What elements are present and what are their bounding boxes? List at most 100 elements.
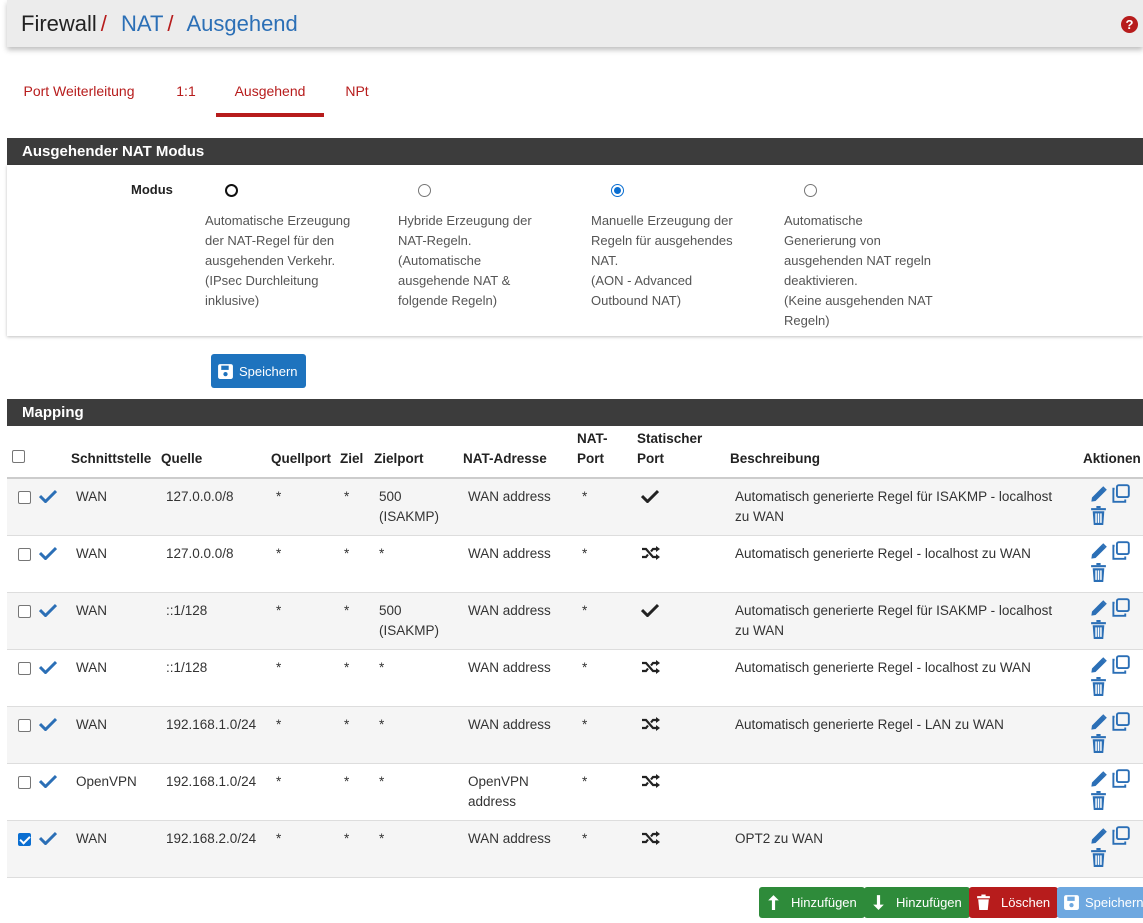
cell-source-port: * bbox=[271, 820, 340, 878]
row-checkbox[interactable] bbox=[18, 547, 31, 561]
cell-dest-port: 500 (ISAKMP) bbox=[374, 592, 463, 650]
edit-pencil-icon[interactable] bbox=[1089, 599, 1108, 618]
edit-pencil-icon[interactable] bbox=[1089, 770, 1108, 789]
cell-source-port: * bbox=[271, 763, 340, 821]
col-static-port[interactable]: Statischer Port bbox=[637, 427, 730, 479]
tab-outbound[interactable]: Ausgehend bbox=[216, 70, 324, 117]
mode-radio-disabled[interactable] bbox=[804, 184, 817, 197]
add-bottom-button[interactable]: Hinzufügen bbox=[864, 887, 970, 918]
mode-desc-line: (AON - Advanced bbox=[591, 273, 693, 288]
cell-dest-port-line: (ISAKMP) bbox=[379, 509, 440, 524]
cell-interface: WAN bbox=[71, 592, 161, 650]
tab-port-forward[interactable]: Port Weiterleitung bbox=[7, 70, 151, 117]
cell-nat-port: * bbox=[577, 535, 637, 593]
cell-source-port: * bbox=[271, 706, 340, 764]
row-actions bbox=[1089, 484, 1130, 527]
rule-enabled-check-icon[interactable] bbox=[39, 546, 71, 560]
col-nat-port[interactable]: NAT- Port bbox=[577, 427, 637, 479]
row-checkbox[interactable] bbox=[18, 832, 31, 846]
mode-save-button[interactable]: Speichern bbox=[211, 354, 306, 388]
random-port-icon bbox=[641, 716, 730, 731]
col-nat-address[interactable]: NAT-Adresse bbox=[463, 427, 577, 479]
tab-one-to-one[interactable]: 1:1 bbox=[167, 70, 205, 117]
delete-trash-icon[interactable] bbox=[1090, 790, 1107, 810]
row-actions bbox=[1089, 711, 1130, 755]
save-button[interactable]: Speichern bbox=[1057, 887, 1143, 918]
mode-radio-hybrid[interactable] bbox=[418, 184, 431, 197]
table-row[interactable]: WAN 192.168.1.0/24 * * * WAN address * Automati… bbox=[7, 706, 1143, 764]
rule-enabled-check-icon[interactable] bbox=[39, 831, 71, 845]
table-row[interactable]: WAN 127.0.0.0/8 * * 500 (ISAKMP) WAN address * A… bbox=[7, 478, 1143, 536]
mode-desc-line: (IPsec Durchleitung bbox=[205, 273, 319, 288]
copy-icon[interactable] bbox=[1111, 825, 1130, 845]
delete-trash-icon[interactable] bbox=[1090, 562, 1107, 582]
mode-radio-manual[interactable] bbox=[611, 184, 624, 197]
cell-nat-address-line: WAN address bbox=[468, 716, 551, 732]
row-select-cell bbox=[7, 649, 39, 707]
mode-label: Modus bbox=[131, 182, 173, 197]
cell-dest: * bbox=[340, 763, 374, 821]
col-source-port[interactable]: Quellport bbox=[271, 427, 340, 479]
delete-button[interactable]: Löschen bbox=[969, 887, 1059, 918]
tab-npt[interactable]: NPt bbox=[337, 70, 377, 117]
delete-trash-icon[interactable] bbox=[1090, 619, 1107, 639]
breadcrumb-nat[interactable]: NAT bbox=[121, 11, 163, 36]
save-icon bbox=[217, 363, 234, 380]
cell-dest-port-line: 500 bbox=[379, 602, 402, 618]
cell-nat-port: * bbox=[577, 763, 637, 821]
col-dest-port[interactable]: Zielport bbox=[374, 427, 463, 479]
rule-enabled-check-icon[interactable] bbox=[39, 489, 71, 503]
rule-enabled-check-icon[interactable] bbox=[39, 774, 71, 788]
row-status-cell bbox=[39, 535, 71, 593]
col-static-port-line: Statischer bbox=[637, 431, 703, 446]
edit-pencil-icon[interactable] bbox=[1089, 485, 1108, 504]
table-row[interactable]: WAN 127.0.0.0/8 * * * WAN address * Automatisch… bbox=[7, 535, 1143, 593]
breadcrumb-ausgehend[interactable]: Ausgehend bbox=[186, 11, 297, 36]
cell-dest: * bbox=[340, 820, 374, 878]
col-description[interactable]: Beschreibung bbox=[730, 427, 1083, 479]
row-checkbox[interactable] bbox=[18, 775, 31, 789]
col-source[interactable]: Quelle bbox=[161, 427, 271, 479]
col-interface[interactable]: Schnittstelle bbox=[71, 427, 161, 479]
table-row[interactable]: OpenVPN 192.168.1.0/24 * * * OpenVPN address * bbox=[7, 763, 1143, 821]
mode-desc-line: der NAT-Regel für den bbox=[205, 233, 335, 248]
row-checkbox[interactable] bbox=[18, 661, 31, 675]
copy-icon[interactable] bbox=[1111, 768, 1130, 788]
cell-source: ::1/128 bbox=[161, 592, 271, 650]
edit-pencil-icon[interactable] bbox=[1089, 656, 1108, 675]
table-row[interactable]: WAN::1/128 * * * WAN address * Automatisch gen… bbox=[7, 649, 1143, 707]
table-row[interactable]: WAN::1/128 * * 500 (ISAKMP) WAN address * Autom… bbox=[7, 592, 1143, 650]
add-top-button[interactable]: Hinzufügen bbox=[759, 887, 865, 918]
row-checkbox[interactable] bbox=[18, 604, 31, 618]
help-icon[interactable]: ? bbox=[1121, 16, 1138, 33]
copy-icon[interactable] bbox=[1111, 597, 1130, 617]
table-row[interactable]: WAN 192.168.2.0/24 * * * WAN address * OPT2 zu … bbox=[7, 820, 1143, 878]
copy-icon[interactable] bbox=[1111, 654, 1130, 674]
edit-pencil-icon[interactable] bbox=[1089, 827, 1108, 846]
delete-trash-icon[interactable] bbox=[1090, 506, 1107, 525]
cell-static-port bbox=[637, 820, 730, 878]
cell-actions bbox=[1083, 706, 1143, 764]
rule-enabled-check-icon[interactable] bbox=[39, 660, 71, 674]
copy-icon[interactable] bbox=[1111, 484, 1130, 503]
edit-pencil-icon[interactable] bbox=[1089, 542, 1108, 561]
copy-icon[interactable] bbox=[1111, 540, 1130, 560]
col-dest[interactable]: Ziel bbox=[340, 427, 374, 479]
delete-trash-icon[interactable] bbox=[1090, 676, 1107, 696]
delete-trash-icon[interactable] bbox=[1090, 847, 1107, 867]
select-all-checkbox[interactable] bbox=[12, 450, 25, 463]
cell-source: 192.168.1.0/24 bbox=[161, 706, 271, 764]
mode-radio-automatic[interactable] bbox=[225, 184, 238, 197]
select-all-cell bbox=[7, 427, 39, 479]
edit-pencil-icon[interactable] bbox=[1089, 713, 1108, 732]
mode-desc-line: ausgehenden NAT regeln bbox=[784, 253, 931, 268]
row-checkbox[interactable] bbox=[18, 491, 31, 504]
copy-icon[interactable] bbox=[1111, 711, 1130, 731]
rule-enabled-check-icon[interactable] bbox=[39, 717, 71, 731]
cell-source: 127.0.0.0/8 bbox=[161, 478, 271, 536]
delete-trash-icon[interactable] bbox=[1090, 733, 1107, 753]
breadcrumb-separator: / bbox=[100, 11, 107, 36]
row-checkbox[interactable] bbox=[18, 718, 31, 732]
rule-enabled-check-icon[interactable] bbox=[39, 603, 71, 617]
trash-icon bbox=[975, 894, 992, 911]
